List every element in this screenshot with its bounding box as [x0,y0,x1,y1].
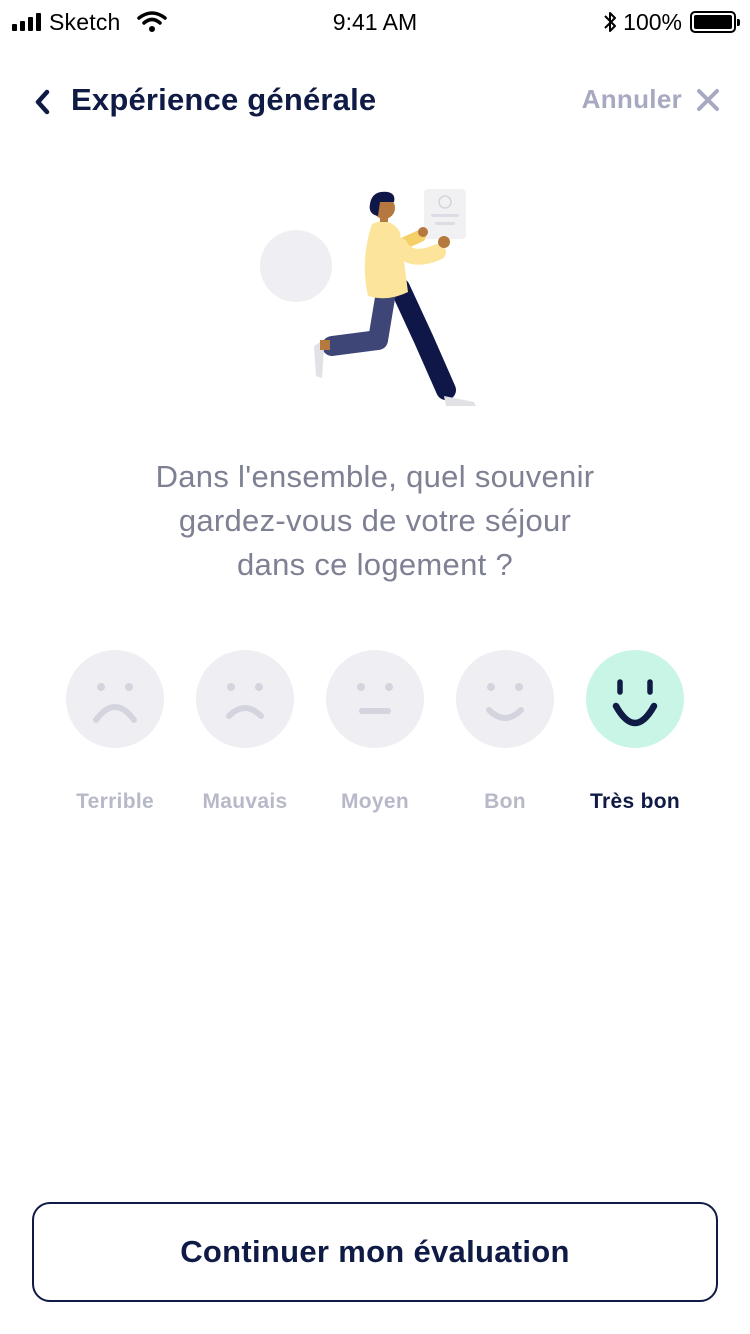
rating-label: Terrible [76,790,154,813]
battery-percentage: 100% [623,8,682,35]
sad-face-icon [196,650,294,748]
rating-option-moyen[interactable]: Moyen [310,650,440,830]
status-bar-right: 100% [603,8,740,36]
question-line: gardez-vous de votre séjour [178,503,572,538]
very-sad-face-icon [66,650,164,748]
back-button[interactable] [28,84,56,120]
page-title: Expérience générale [71,82,377,117]
rating-option-bon[interactable]: Bon [440,650,570,830]
rating-label: Mauvais [202,790,288,813]
person-with-document-illustration [260,189,476,406]
rating-options: Terrible Mauvais Moyen Bon Très bon [0,650,750,830]
close-icon [697,88,719,111]
question-line: Dans l'ensemble, quel souvenir [155,459,595,494]
continue-button[interactable]: Continuer mon évaluation [32,1202,718,1302]
big-smile-face-icon [586,650,684,748]
cancel-button[interactable]: Annuler [582,84,720,115]
bluetooth-icon [604,12,617,32]
status-bar: Sketch 9:41 AM 100% [0,0,750,44]
smile-face-icon [456,650,554,748]
rating-label: Bon [484,790,526,813]
question-text: Dans l'ensemble, quel souvenir gardez-vo… [95,455,655,587]
chevron-left-icon [35,89,50,115]
cancel-label: Annuler [581,84,682,114]
header: Expérience générale Annuler [0,72,750,132]
neutral-face-icon [326,650,424,748]
rating-label: Moyen [340,790,409,813]
rating-option-tres-bon[interactable]: Très bon [570,650,700,830]
rating-option-mauvais[interactable]: Mauvais [180,650,310,830]
rating-option-terrible[interactable]: Terrible [50,650,180,830]
battery-icon [690,11,740,33]
question-line: dans ce logement ? [237,547,513,582]
rating-label: Très bon [590,790,680,813]
continue-button-label: Continuer mon évaluation [180,1234,570,1269]
